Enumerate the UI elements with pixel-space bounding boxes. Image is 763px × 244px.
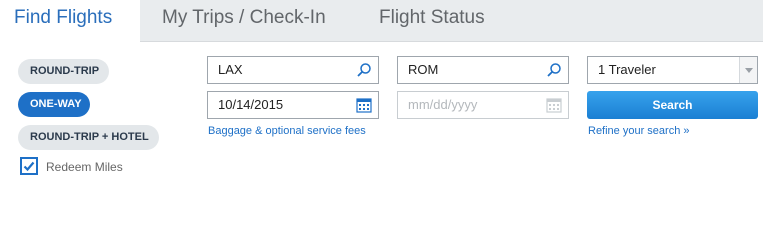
travelers-select[interactable]: 1 Traveler <box>587 56 758 84</box>
to-airport-input[interactable]: ROM <box>397 56 569 84</box>
depart-date-input[interactable]: 10/14/2015 <box>207 91 379 119</box>
refine-search-link[interactable]: Refine your search » <box>588 125 690 137</box>
round-trip-button[interactable]: ROUND-TRIP <box>18 59 109 84</box>
from-airport-value: LAX <box>218 62 243 77</box>
round-trip-hotel-button[interactable]: ROUND-TRIP + HOTEL <box>18 125 159 150</box>
checkmark-icon <box>23 161 35 172</box>
dropdown-arrow[interactable] <box>739 57 757 83</box>
depart-date-value: 10/14/2015 <box>218 97 284 112</box>
chevron-down-icon <box>745 68 753 73</box>
search-icon[interactable] <box>546 62 562 78</box>
redeem-miles-label: Redeem Miles <box>46 160 123 174</box>
tab-find-flights[interactable]: Find Flights <box>0 0 140 43</box>
one-way-button[interactable]: ONE-WAY <box>18 92 90 117</box>
return-date-placeholder: mm/dd/yyyy <box>408 97 478 112</box>
tab-flight-status[interactable]: Flight Status <box>379 0 485 42</box>
return-date-input[interactable]: mm/dd/yyyy <box>397 91 569 119</box>
to-airport-value: ROM <box>408 62 439 77</box>
from-airport-input[interactable]: LAX <box>207 56 379 84</box>
travelers-value: 1 Traveler <box>598 62 656 77</box>
tab-bar: Find Flights My Trips / Check-In Flight … <box>0 0 763 43</box>
baggage-fees-link[interactable]: Baggage & optional service fees <box>208 125 366 137</box>
redeem-miles-checkbox[interactable] <box>20 157 38 175</box>
tab-my-trips-check-in[interactable]: My Trips / Check-In <box>162 0 326 42</box>
calendar-icon[interactable] <box>356 97 372 113</box>
calendar-icon[interactable] <box>546 97 562 113</box>
search-icon[interactable] <box>356 62 372 78</box>
search-button[interactable]: Search <box>587 91 758 119</box>
